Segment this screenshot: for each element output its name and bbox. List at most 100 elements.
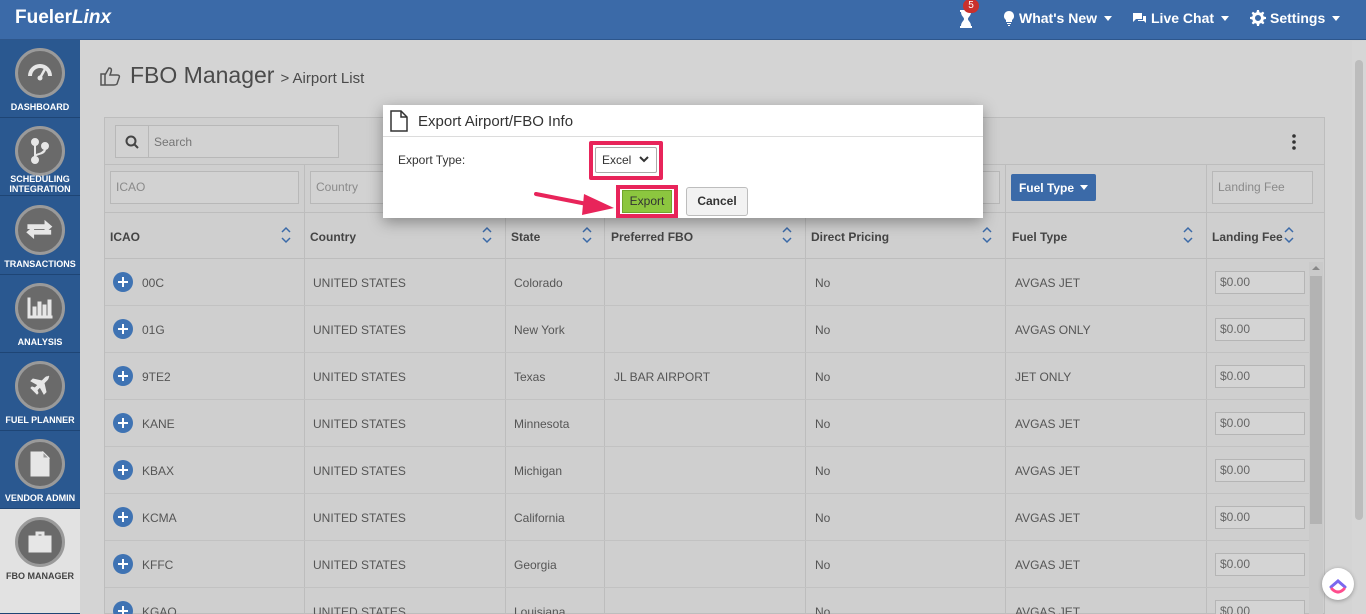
state-cell: Colorado (514, 276, 563, 290)
state-cell: Michigan (514, 464, 563, 478)
icao-cell: 01G (142, 323, 165, 337)
preferred-fbo-cell: JL BAR AIRPORT (614, 370, 711, 384)
icao-filter[interactable]: ICAO (110, 171, 299, 204)
sidebar-item-scheduling-integration[interactable]: SCHEDULING INTEGRATION (0, 118, 80, 196)
table-row[interactable]: 00C UNITED STATES Colorado No AVGAS JET $0.00 (105, 259, 1310, 306)
column-header-fuel-type[interactable]: Fuel Type (1012, 230, 1067, 244)
settings-menu[interactable]: Settings (1250, 10, 1341, 26)
expand-row-icon[interactable] (113, 507, 133, 527)
export-button[interactable]: Export (622, 190, 672, 213)
column-header-preferred-fbo[interactable]: Preferred FBO (611, 230, 693, 244)
fuel-type-cell: AVGAS JET (1015, 558, 1081, 572)
page-title: FBO Manager > Airport List (130, 62, 365, 88)
search-input[interactable] (150, 126, 338, 157)
expand-row-icon[interactable] (113, 272, 133, 292)
fuel-type-filter-button[interactable]: Fuel Type (1011, 174, 1096, 201)
clickup-logo-icon[interactable] (1322, 568, 1354, 600)
direct-pricing-cell: No (815, 464, 831, 478)
search-icon[interactable] (116, 126, 149, 157)
table-row[interactable]: KBAX UNITED STATES Michigan No AVGAS JET $0.0… (105, 447, 1310, 494)
document-icon (15, 439, 65, 489)
export-type-select[interactable]: Excel (595, 147, 657, 173)
cancel-button[interactable]: Cancel (686, 187, 748, 216)
expand-row-icon[interactable] (113, 554, 133, 574)
landing-fee-input[interactable]: $0.00 (1215, 553, 1305, 576)
landing-fee-input[interactable]: $0.00 (1215, 271, 1305, 294)
expand-row-icon[interactable] (113, 601, 133, 614)
whats-new-menu[interactable]: What's New (1003, 10, 1113, 26)
direct-pricing-cell: No (815, 276, 831, 290)
expand-row-icon[interactable] (113, 460, 133, 480)
brand-logo[interactable]: FuelerLinx (15, 7, 111, 29)
chat-icon (1133, 12, 1146, 23)
landing-fee-input[interactable]: $0.00 (1215, 412, 1305, 435)
country-cell: UNITED STATES (313, 417, 406, 431)
fuel-type-cell: AVGAS JET (1015, 605, 1081, 614)
gear-icon (1250, 10, 1266, 26)
table-row[interactable]: KANE UNITED STATES Minnesota No AVGAS JET $0.… (105, 400, 1310, 447)
direct-pricing-cell: No (815, 605, 831, 614)
icao-cell: KGAO (142, 605, 177, 614)
landing-fee-input[interactable]: $0.00 (1215, 600, 1305, 614)
state-cell: New York (514, 323, 565, 337)
live-chat-menu[interactable]: Live Chat (1132, 10, 1230, 26)
sidebar-item-analysis[interactable]: ANALYSIS (0, 275, 80, 353)
more-options-icon[interactable] (1287, 133, 1301, 151)
landing-fee-input[interactable]: $0.00 (1215, 365, 1305, 388)
column-header-state[interactable]: State (511, 230, 540, 244)
country-cell: UNITED STATES (313, 464, 406, 478)
column-header-landing-fee[interactable]: Landing Fee (1212, 230, 1283, 244)
export-type-label: Export Type: (398, 153, 466, 167)
landing-fee-filter[interactable]: Landing Fee (1212, 171, 1313, 204)
country-cell: UNITED STATES (313, 558, 406, 572)
lightbulb-icon (1004, 10, 1014, 26)
scheduling-icon (15, 126, 65, 176)
sidebar-item-dashboard[interactable]: DASHBOARD (0, 40, 80, 118)
state-cell: California (514, 511, 565, 525)
table-row[interactable]: 9TE2 UNITED STATES Texas JL BAR AIRPORT No JE… (105, 353, 1310, 400)
sort-icon[interactable] (1183, 226, 1193, 244)
chevron-down-icon (639, 156, 649, 163)
expand-row-icon[interactable] (113, 319, 133, 339)
sort-icon[interactable] (582, 226, 592, 244)
column-header-icao[interactable]: ICAO (110, 230, 140, 244)
icao-cell: 00C (142, 276, 165, 290)
sidebar-item-fuel-planner[interactable]: FUEL PLANNER (0, 353, 80, 431)
table-row[interactable]: KGAO UNITED STATES Louisiana No AVGAS JET $0.… (105, 588, 1310, 614)
state-cell: Texas (514, 370, 546, 384)
sort-icon[interactable] (281, 226, 291, 244)
state-cell: Louisiana (514, 605, 566, 614)
page-scrollbar-thumb[interactable] (1355, 60, 1363, 520)
sort-icon[interactable] (782, 226, 792, 244)
sidebar-item-vendor-admin[interactable]: VENDOR ADMIN (0, 431, 80, 509)
expand-row-icon[interactable] (113, 413, 133, 433)
landing-fee-input[interactable]: $0.00 (1215, 318, 1305, 341)
top-bar: FuelerLinx 5 What's New Live Chat Settin… (0, 0, 1366, 40)
landing-fee-input[interactable]: $0.00 (1215, 506, 1305, 529)
sidebar-item-transactions[interactable]: TRANSACTIONS (0, 197, 80, 275)
fuel-type-cell: AVGAS JET (1015, 276, 1081, 290)
table-scrollbar-thumb[interactable] (1310, 276, 1322, 524)
direct-pricing-cell: No (815, 370, 831, 384)
briefcase-icon (15, 517, 65, 567)
column-header-direct-pricing[interactable]: Direct Pricing (811, 230, 889, 244)
pointer-arrow-icon (534, 192, 614, 215)
sidebar-item-fbo-manager[interactable]: FBO MANAGER (0, 509, 80, 614)
direct-pricing-filter[interactable] (980, 171, 1000, 204)
sort-icon[interactable] (1284, 226, 1294, 244)
export-modal: Export Airport/FBO Info Export Type: Exc… (383, 105, 983, 218)
scroll-up-icon[interactable] (1311, 264, 1321, 272)
document-icon (390, 110, 408, 132)
fuel-type-cell: AVGAS JET (1015, 417, 1081, 431)
table-row[interactable]: 01G UNITED STATES New York No AVGAS ONLY $0.0… (105, 306, 1310, 353)
expand-row-icon[interactable] (113, 366, 133, 386)
country-cell: UNITED STATES (313, 511, 406, 525)
table-row[interactable]: KCMA UNITED STATES California No AVGAS JET $0… (105, 494, 1310, 541)
sort-icon[interactable] (982, 226, 992, 244)
table-row[interactable]: KFFC UNITED STATES Georgia No AVGAS JET $0.00 (105, 541, 1310, 588)
sort-icon[interactable] (482, 226, 492, 244)
country-filter[interactable]: Country (310, 171, 390, 204)
landing-fee-input[interactable]: $0.00 (1215, 459, 1305, 482)
column-header-country[interactable]: Country (310, 230, 356, 244)
icao-cell: KBAX (142, 464, 175, 478)
